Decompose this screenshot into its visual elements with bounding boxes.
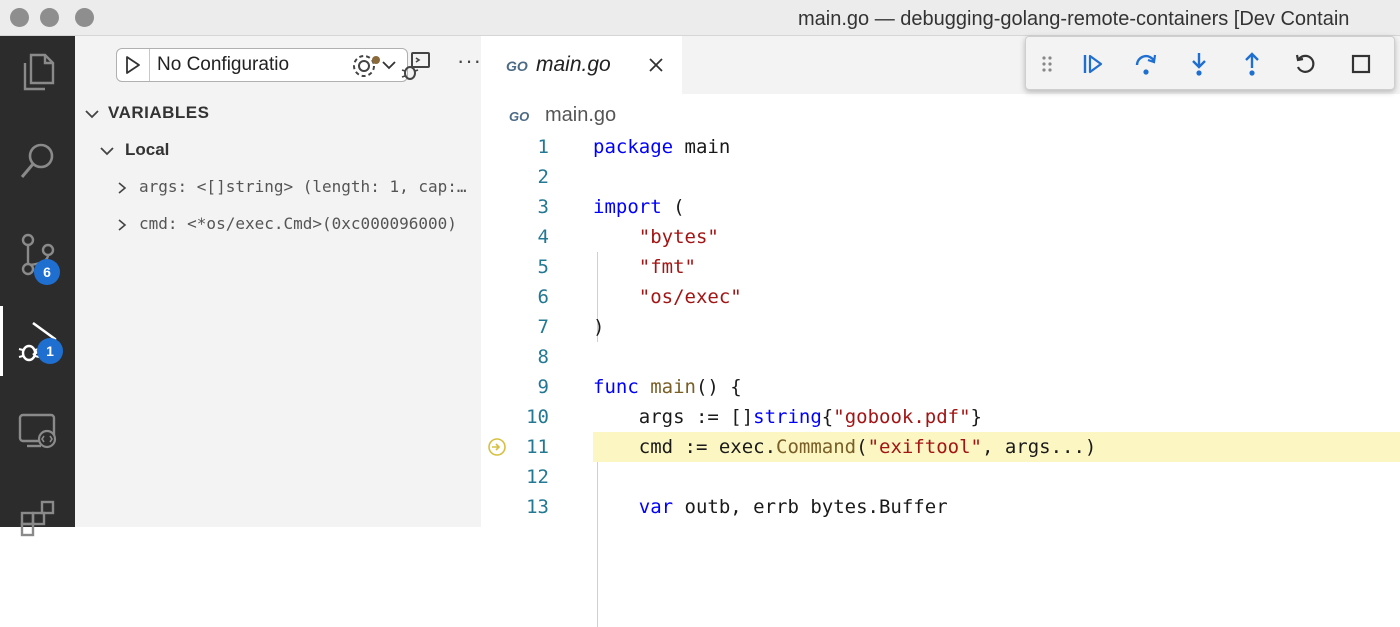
configuration-select[interactable]: No Configuratio <box>157 54 377 76</box>
zoom-window-button[interactable] <box>75 8 94 27</box>
close-window-button[interactable] <box>10 8 29 27</box>
activity-run-debug[interactable]: 1 <box>0 306 75 376</box>
code-line: 10 args := []string{"gobook.pdf"} <box>481 402 1400 432</box>
line-number: 12 <box>526 466 549 488</box>
variable-cmd: cmd: <*os/exec.Cmd>(0xc000096000) <box>139 214 457 233</box>
window-title: main.go — debugging-golang-remote-contai… <box>798 8 1350 30</box>
line-number: 11 <box>526 436 549 458</box>
chevron-down-icon <box>100 147 114 156</box>
continue-button[interactable] <box>1078 49 1108 79</box>
restart-icon <box>1295 54 1315 73</box>
step-over-button[interactable] <box>1131 49 1161 79</box>
code-line: 1 package main <box>481 132 1400 162</box>
line-number: 13 <box>526 496 549 518</box>
variables-section-header[interactable]: VARIABLES <box>75 100 481 126</box>
close-icon[interactable] <box>647 56 665 74</box>
run-debug-badge: 1 <box>37 338 63 364</box>
variable-args: args: <[]string> (length: 1, cap: 1) <box>139 177 475 196</box>
line-number: 2 <box>537 166 549 188</box>
debug-toolbar <box>1025 36 1395 90</box>
title-bar: main.go — debugging-golang-remote-contai… <box>0 0 1400 36</box>
start-debugging-button[interactable] <box>117 49 150 81</box>
activity-remote-explorer[interactable] <box>0 396 75 466</box>
extensions-icon <box>20 500 54 537</box>
code-text: ) <box>593 316 605 338</box>
current-line: 11 cmd := exec.Command("exiftool", args.… <box>481 432 1400 462</box>
go-file-icon: GO <box>506 58 528 74</box>
code-text: "bytes" <box>638 226 719 248</box>
variable-row[interactable]: cmd: <*os/exec.Cmd>(0xc000096000) <box>75 211 481 239</box>
tab-label: main.go <box>536 53 611 76</box>
code-line: 2 <box>481 162 1400 192</box>
line-number: 5 <box>537 256 549 278</box>
code-line: 5 "fmt" <box>481 252 1400 282</box>
code-line: 9 func main() { <box>481 372 1400 402</box>
stop-button[interactable] <box>1346 49 1376 79</box>
chevron-down-icon[interactable] <box>380 56 398 74</box>
code-line: 3 import ( <box>481 192 1400 222</box>
continue-icon <box>1083 54 1103 74</box>
code-line: 12 <box>481 462 1400 492</box>
step-into-icon <box>1192 53 1206 76</box>
restart-button[interactable] <box>1290 49 1320 79</box>
code-text: var outb, errb bytes.Buffer <box>638 496 948 518</box>
code-text: "fmt" <box>638 256 696 278</box>
gear-icon <box>353 55 380 77</box>
go-file-icon: GO <box>509 109 530 124</box>
step-out-button[interactable] <box>1237 49 1267 79</box>
variables-title: VARIABLES <box>108 103 210 122</box>
line-number: 1 <box>537 136 549 158</box>
activity-source-control[interactable]: 6 <box>0 219 75 289</box>
chevron-right-icon <box>118 219 127 231</box>
code-text: package main <box>593 136 731 158</box>
step-out-icon <box>1245 52 1259 76</box>
play-icon <box>126 56 140 74</box>
search-icon <box>20 143 53 178</box>
line-number: 9 <box>537 376 549 398</box>
stop-icon <box>1351 54 1371 74</box>
step-into-button[interactable] <box>1184 49 1214 79</box>
code-line: 6 "os/exec" <box>481 282 1400 312</box>
editor: GO main.go GO main.go 1 package main 2 3… <box>481 36 1400 627</box>
breadcrumb-file: main.go <box>545 104 617 126</box>
chevron-down-icon <box>85 110 99 119</box>
line-number: 3 <box>537 196 549 218</box>
line-number: 10 <box>526 406 549 428</box>
code-line: 8 <box>481 342 1400 372</box>
code-line: 4 "bytes" <box>481 222 1400 252</box>
activity-search[interactable] <box>0 126 75 196</box>
activity-extensions[interactable] <box>0 484 75 554</box>
source-control-badge: 6 <box>34 259 60 285</box>
code-text: import ( <box>593 196 685 218</box>
more-actions-button[interactable]: ··· <box>457 48 482 74</box>
open-launch-json-button[interactable] <box>350 50 382 82</box>
tab-main-go[interactable]: GO main.go <box>481 36 682 94</box>
debug-console-button[interactable] <box>400 50 432 82</box>
activity-bar: 6 1 <box>0 36 75 537</box>
chevron-right-icon <box>118 182 127 194</box>
line-number: 4 <box>537 226 549 248</box>
code-text: func main() { <box>593 376 742 398</box>
code-line: 13 var outb, errb bytes.Buffer <box>481 492 1400 522</box>
debug-sidebar: No Configuratio ··· VARIABLES Local args… <box>75 36 481 527</box>
code-text: "os/exec" <box>638 286 742 308</box>
remote-explorer-icon <box>18 413 56 449</box>
drag-handle-icon <box>1042 56 1052 72</box>
line-number: 6 <box>537 286 549 308</box>
code-text: cmd := exec.Command("exiftool", args...) <box>638 436 1097 458</box>
step-over-icon <box>1135 54 1157 75</box>
line-number: 7 <box>537 316 549 338</box>
debug-toolbar-drag-handle[interactable] <box>1036 49 1058 79</box>
line-number: 8 <box>537 346 549 368</box>
activity-explorer[interactable] <box>0 36 75 106</box>
debug-console-icon <box>401 52 430 80</box>
minimize-window-button[interactable] <box>40 8 59 27</box>
variable-row[interactable]: args: <[]string> (length: 1, cap: 1) <box>75 174 481 202</box>
code-text: args := []string{"gobook.pdf"} <box>638 406 982 428</box>
scope-local[interactable]: Local <box>75 137 481 163</box>
files-icon <box>23 53 54 91</box>
code-line: 7 ) <box>481 312 1400 342</box>
scope-label: Local <box>125 140 170 159</box>
